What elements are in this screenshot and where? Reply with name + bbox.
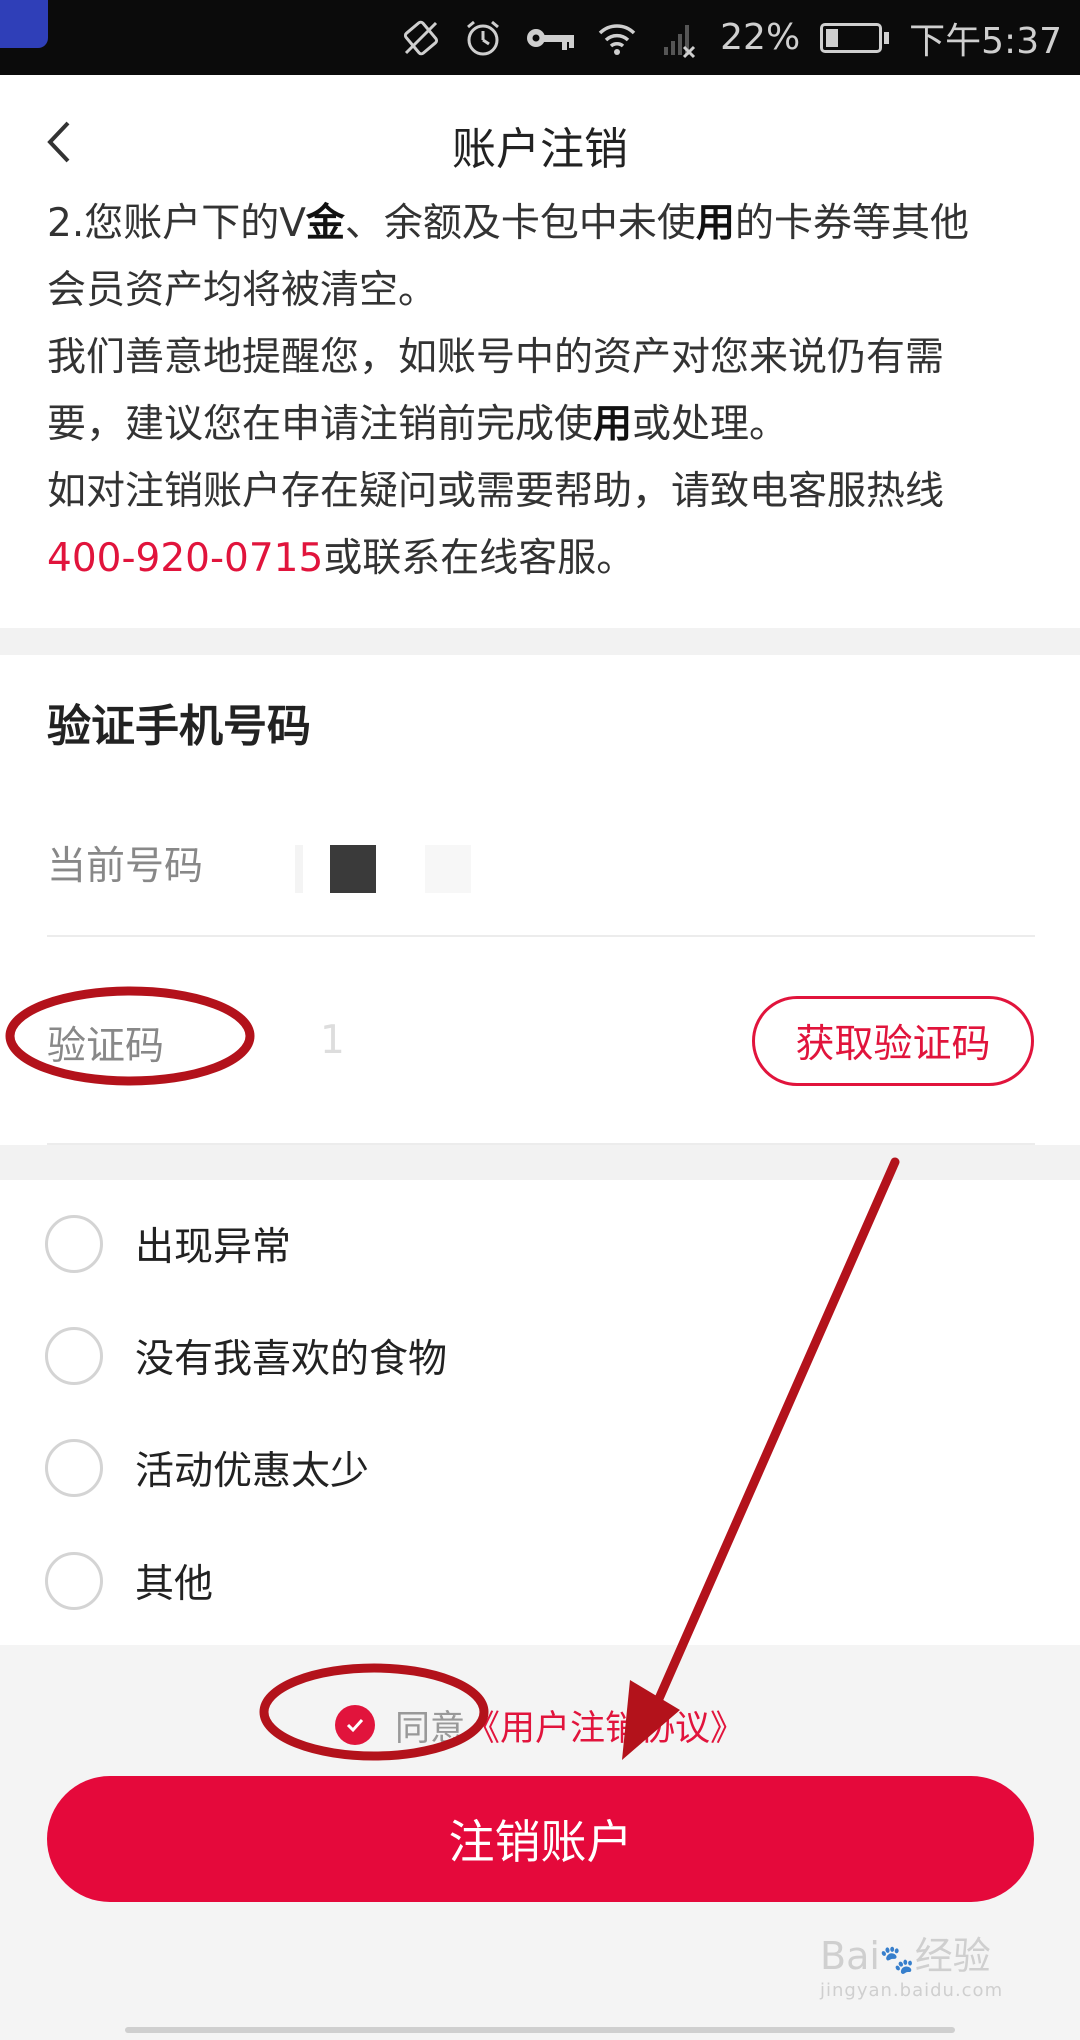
notice-text-segment: 2.您账户下的V bbox=[47, 201, 306, 246]
status-icons: 22% 下午5:37 bbox=[400, 0, 1062, 75]
masked-number bbox=[330, 845, 376, 893]
divider bbox=[47, 935, 1035, 937]
notice-bold: 用 bbox=[695, 201, 735, 246]
current-number-label: 当前号码 bbox=[47, 844, 204, 889]
nav-header: 账户注销 bbox=[0, 75, 1080, 205]
notice-line: 要，建议您在申请注销前完成使用或处理。 bbox=[47, 391, 1047, 458]
agreement-row: 同意 《用户注销协议》 bbox=[335, 1695, 745, 1755]
alarm-icon bbox=[462, 17, 504, 59]
reason-label: 其他 bbox=[135, 1562, 214, 1607]
notice-line: 如对注销账户存在疑问或需要帮助，请致电客服热线 bbox=[47, 469, 945, 514]
watermark-suffix: 经验 bbox=[914, 1934, 991, 1978]
check-icon bbox=[346, 1718, 364, 1733]
reason-option[interactable]: 出现异常 bbox=[45, 1214, 291, 1274]
notice-text-segment: 或联系在线客服。 bbox=[323, 536, 636, 581]
cancel-account-button[interactable]: 注销账户 bbox=[47, 1776, 1034, 1902]
radio-button[interactable] bbox=[45, 1439, 103, 1497]
notice-line: 2.您账户下的V金、余额及卡包中未使用的卡券等其他 bbox=[47, 190, 1047, 257]
reason-label: 没有我喜欢的食物 bbox=[135, 1337, 448, 1382]
notice-bold: 用 bbox=[593, 402, 633, 447]
section-divider bbox=[0, 1145, 1080, 1180]
status-bar: 22% 下午5:37 bbox=[0, 0, 1080, 75]
agree-text: 同意 bbox=[395, 1708, 466, 1749]
clock: 下午5:37 bbox=[909, 20, 1062, 62]
page-title: 账户注销 bbox=[452, 124, 628, 175]
notice-line: 400-920-0715或联系在线客服。 bbox=[47, 525, 1047, 592]
reason-option[interactable]: 其他 bbox=[45, 1551, 213, 1611]
get-code-button[interactable]: 获取验证码 bbox=[752, 996, 1034, 1086]
reason-label: 活动优惠太少 bbox=[135, 1449, 370, 1494]
notice-text-segment: 要，建议您在申请注销前完成使 bbox=[47, 402, 594, 447]
section-divider bbox=[0, 628, 1080, 655]
notification-indicator bbox=[0, 0, 48, 48]
masked-number bbox=[425, 845, 471, 893]
verify-section-title: 验证手机号码 bbox=[47, 701, 311, 752]
verification-code-label: 验证码 bbox=[47, 1024, 165, 1069]
watermark-brand: Bai bbox=[820, 1934, 880, 1978]
notice-line: 会员资产均将被清空。 bbox=[47, 268, 438, 313]
notice-text-segment: 的卡券等其他 bbox=[734, 201, 969, 246]
battery-percent: 22% bbox=[720, 17, 801, 58]
auto-rotate-icon bbox=[400, 17, 442, 59]
radio-button[interactable] bbox=[45, 1552, 103, 1610]
reason-option[interactable]: 活动优惠太少 bbox=[45, 1438, 369, 1498]
radio-button[interactable] bbox=[45, 1215, 103, 1273]
wifi-icon bbox=[596, 17, 638, 59]
battery-icon bbox=[820, 22, 890, 53]
reason-option[interactable]: 没有我喜欢的食物 bbox=[45, 1326, 447, 1386]
notice-bold: 金 bbox=[305, 201, 345, 246]
notice-line: 我们善意地提醒您，如账号中的资产对您来说仍有需 bbox=[47, 335, 945, 380]
notice-text: 2.您账户下的V金、余额及卡包中未使用的卡券等其他 会员资产均将被清空。 我们善… bbox=[47, 190, 1047, 592]
home-indicator bbox=[125, 2027, 955, 2033]
watermark-url: jingyan.baidu.com bbox=[820, 1980, 1004, 2001]
watermark: Bai🐾经验 jingyan.baidu.com bbox=[820, 1925, 1060, 2015]
verification-code-input[interactable] bbox=[320, 1010, 720, 1070]
key-icon bbox=[524, 17, 576, 59]
notice-text-segment: 或处理。 bbox=[632, 402, 789, 447]
reason-label: 出现异常 bbox=[135, 1225, 292, 1270]
radio-button[interactable] bbox=[45, 1327, 103, 1385]
hotline-link[interactable]: 400-920-0715 bbox=[47, 536, 323, 581]
agreement-link[interactable]: 《用户注销协议》 bbox=[465, 1700, 745, 1751]
masked-number bbox=[295, 845, 303, 893]
notice-text-segment: 、余额及卡包中未使 bbox=[344, 201, 696, 246]
watermark-paw-icon: 🐾 bbox=[879, 1943, 915, 1976]
signal-icon bbox=[658, 17, 700, 59]
agree-checkbox[interactable] bbox=[335, 1705, 375, 1745]
